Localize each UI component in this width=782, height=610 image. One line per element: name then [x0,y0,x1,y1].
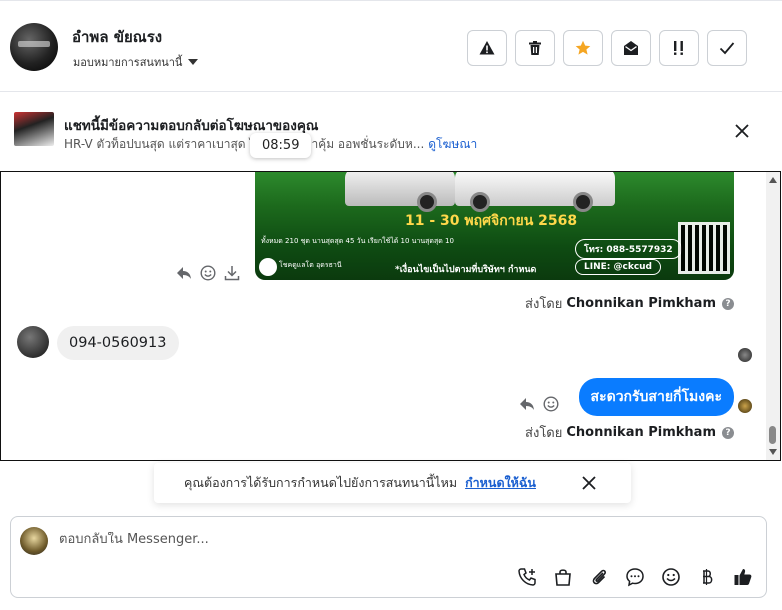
conversation-header: อำพล ขัยณรง มอบหมายการสนทนานี้ [0,0,782,92]
baht-icon [703,569,713,585]
shop-logo [259,258,277,276]
delete-button[interactable] [515,30,555,66]
reply-input[interactable] [59,532,659,547]
star-icon [575,40,591,55]
assign-conversation-dropdown[interactable]: มอบหมายการสนทนานี้ [73,53,199,71]
scroll-down-arrow-icon[interactable] [769,449,777,455]
assign-label: มอบหมายการสนทนานี้ [73,56,183,69]
close-icon[interactable] [734,123,750,139]
assign-to-me-link[interactable]: กำหนดให้ฉัน [465,473,536,493]
thread-scrollbar[interactable] [766,172,780,460]
ad-description: HR-V ตัวท็อปบนสุด แต่ราคาเบาสุด ได้... .… [64,137,425,151]
ad-reply-notice: แชทนี้มีข้อความตอบกลับต่อโฆษณาของคุณ HR-… [0,93,782,171]
ad-thumbnail[interactable] [14,112,54,146]
scroll-up-arrow-icon[interactable] [769,177,777,183]
contact-name[interactable]: อำพล ขัยณรง [72,25,162,49]
sent-by-prefix: ส่งโดย [525,297,563,312]
sender-name: Chonnikan Pimkham [566,425,716,440]
message-actions [176,265,240,281]
shop-name: โชคดูแลโต อุดรธานี [279,261,342,269]
contact-avatar-small[interactable] [17,326,49,358]
message-actions [519,396,559,412]
car-image [455,172,615,212]
sent-by-label: ส่งโดย Chonnikan Pimkham ? [525,293,734,314]
chevron-down-icon [188,59,199,65]
qr-code [678,222,730,274]
read-receipt-avatar [738,348,752,362]
warning-icon [479,41,495,55]
ad-image-message[interactable]: 11 - 30 พฤศจิกายน 2568 ทั้งหมด 210 ชุด น… [255,172,734,280]
shopping-bag-icon [555,569,571,586]
envelope-open-icon [624,41,638,55]
call-add-icon [518,568,536,586]
info-icon[interactable]: ? [722,426,734,439]
attach-button[interactable] [588,566,610,588]
car-image [345,172,455,212]
sent-by-label: ส่งโดย Chonnikan Pimkham ? [525,422,734,443]
promo-condition: *เงื่อนไขเป็นไปตามที่บริษัทฯ กำหนด [395,265,537,275]
chat-bubble-icon [626,568,644,587]
outgoing-message[interactable]: สะดวกรับสายกี่โมงคะ [578,378,734,416]
view-ad-link[interactable]: ดูโฆษณา [428,137,477,151]
mark-unread-button[interactable] [611,30,651,66]
check-icon [719,42,735,55]
header-actions [467,30,747,66]
sent-by-prefix: ส่งโดย [525,426,563,441]
follow-up-button[interactable] [659,30,699,66]
assign-reminder-text: คุณต้องการได้รับการกำหนดไปยังการสนทนานี้… [184,475,458,490]
reply-icon[interactable] [519,396,535,412]
page-avatar [20,527,48,555]
reply-composer [10,516,767,598]
trash-icon [529,41,541,55]
payment-button[interactable] [696,566,718,588]
emoji-icon [662,568,680,586]
sender-name: Chonnikan Pimkham [566,296,716,311]
promo-phone: โทร: 088-5577932 [575,239,682,259]
contact-avatar[interactable] [10,23,58,71]
promo-line-id: LINE: @ckcud [575,259,662,275]
like-button[interactable] [732,566,754,588]
shop-button[interactable] [552,566,574,588]
message-thread: 11 - 30 พฤศจิกายน 2568 ทั้งหมด 210 ชุด น… [0,171,781,461]
timestamp-tooltip: 08:59 [250,133,312,158]
assign-reminder: คุณต้องการได้รับการกำหนดไปยังการสนทนานี้… [154,463,631,503]
emoji-button[interactable] [660,566,682,588]
call-button[interactable] [516,566,538,588]
scrollbar-thumb[interactable] [769,426,776,444]
saved-replies-button[interactable] [624,566,646,588]
flag-exclaim-icon [674,41,683,55]
info-icon[interactable]: ? [722,297,734,310]
done-button[interactable] [707,30,747,66]
report-button[interactable] [467,30,507,66]
composer-toolbar [516,566,754,588]
conversation-view: อำพล ขัยณรง มอบหมายการสนทนานี้ แชทนี้มีข… [0,0,782,610]
paperclip-icon [592,569,606,585]
incoming-message[interactable]: 094-0560913 [57,326,179,360]
emoji-react-icon[interactable] [543,396,559,412]
emoji-react-icon[interactable] [200,265,216,281]
promo-date: 11 - 30 พฤศจิกายน 2568 [405,213,578,229]
read-receipt-avatar [738,399,752,413]
promo-stats: ทั้งหมด 210 ชุด นานสุดสุด 45 วัน เรียกใช… [261,237,454,245]
star-button[interactable] [563,30,603,66]
close-icon[interactable] [581,475,597,491]
thumbs-up-icon [734,569,752,585]
reply-icon[interactable] [176,265,192,281]
download-icon[interactable] [224,265,240,281]
